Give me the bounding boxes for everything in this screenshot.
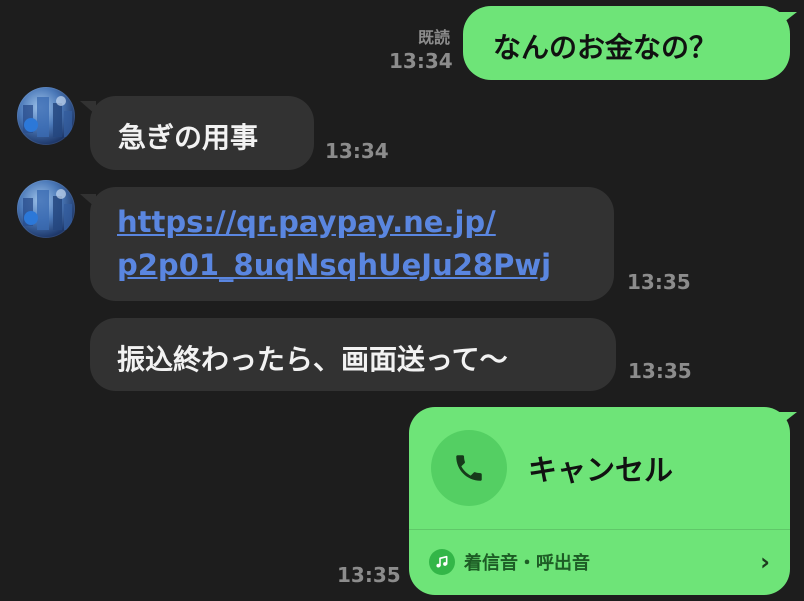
chat-screen: 既読 13:34 なんのお金なの？ 急ぎの用事 13:34 https://qr… [0, 0, 804, 601]
call-summary[interactable]: キャンセル [409, 407, 790, 529]
avatar[interactable] [17, 180, 75, 238]
avatar[interactable] [17, 87, 75, 145]
message-time: 13:35 [628, 359, 692, 383]
call-icon-badge [431, 430, 507, 506]
call-status: キャンセル [528, 453, 674, 487]
link-line-1[interactable]: https://qr.paypay.ne.jp/ [117, 201, 551, 244]
link-line-2[interactable]: p2p01_8uqNsqhUeJu28Pwj [117, 244, 551, 287]
bubble-tail [779, 412, 797, 426]
link-text[interactable]: https://qr.paypay.ne.jp/ p2p01_8uqNsqhUe… [117, 201, 551, 287]
message-time: 13:35 [337, 563, 401, 587]
read-receipt: 既読 [417, 28, 450, 47]
message-time: 13:34 [389, 49, 453, 73]
message-time: 13:35 [627, 270, 691, 294]
message-time: 13:34 [325, 139, 389, 163]
incoming-message-bubble[interactable]: 振込終わったら、画面送って〜 [90, 318, 616, 391]
message-text: 振込終わったら、画面送って〜 [117, 343, 508, 376]
chevron-right-icon[interactable]: › [760, 548, 770, 576]
bubble-tail [779, 12, 797, 26]
incoming-message-bubble[interactable]: 急ぎの用事 [90, 96, 314, 170]
ringtone-label: 着信音・呼出音 [464, 553, 590, 574]
music-note-icon [429, 549, 455, 575]
call-message-card[interactable]: キャンセル 着信音・呼出音 › [409, 407, 790, 595]
outgoing-message-bubble[interactable]: なんのお金なの？ [463, 6, 790, 80]
phone-icon [456, 455, 482, 481]
message-text: 急ぎの用事 [118, 121, 259, 154]
incoming-link-bubble: https://qr.paypay.ne.jp/ p2p01_8uqNsqhUe… [90, 187, 614, 301]
message-text: なんのお金なの？ [493, 31, 718, 64]
ringtone-row[interactable]: 着信音・呼出音 › [409, 530, 790, 594]
